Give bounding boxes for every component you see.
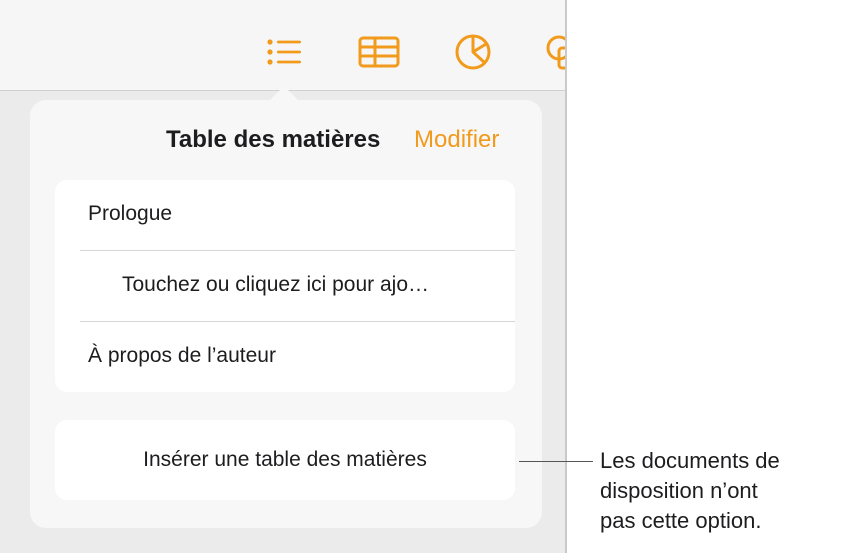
toc-list: Prologue Touchez ou cliquez ici pour ajo… [55, 180, 515, 392]
callout-line-3: pas cette option. [600, 508, 762, 533]
callout-text: Les documents de disposition n’ont pas c… [600, 446, 855, 536]
callout-line [519, 461, 593, 462]
shape-icon[interactable] [541, 30, 565, 74]
popover-header: Table des matières Modifier [30, 122, 542, 158]
list-item[interactable]: Prologue [55, 180, 515, 250]
list-icon[interactable] [262, 30, 306, 74]
list-item[interactable]: Touchez ou cliquez ici pour ajo… [55, 251, 515, 321]
callout-line-1: Les documents de [600, 448, 780, 473]
callout-line-2: disposition n’ont [600, 478, 758, 503]
table-icon[interactable] [357, 30, 401, 74]
insert-toc-button[interactable]: Insérer une table des matières [55, 420, 515, 500]
insert-toc-label: Insérer une table des matières [143, 448, 427, 471]
list-item-label: Prologue [88, 202, 173, 225]
edit-button[interactable]: Modifier [414, 126, 499, 154]
app-window: Table des matières Modifier Prologue Tou… [0, 0, 567, 553]
popover-title: Table des matières [166, 126, 381, 153]
list-item-label: Touchez ou cliquez ici pour ajo… [122, 273, 430, 296]
toolbar [0, 0, 565, 91]
chart-icon[interactable] [451, 30, 495, 74]
list-item[interactable]: À propos de l’auteur [55, 322, 515, 392]
toc-popover: Table des matières Modifier Prologue Tou… [30, 100, 542, 528]
list-item-label: À propos de l’auteur [88, 344, 276, 367]
